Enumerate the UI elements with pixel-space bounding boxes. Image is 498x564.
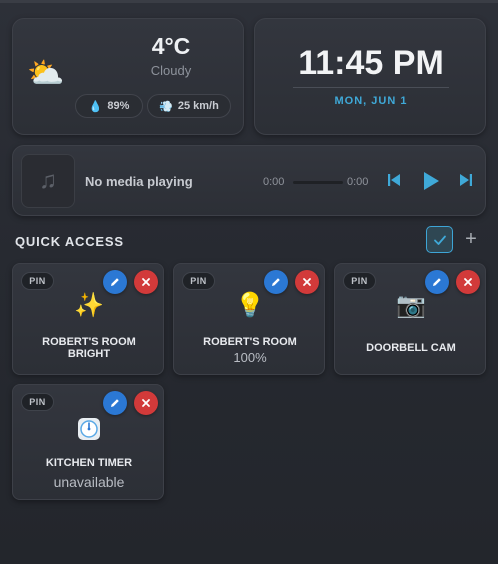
- quick-access-tile[interactable]: PIN ✨ ROBERT'S ROOM BRIGHT: [12, 263, 164, 375]
- tile-state: unavailable: [53, 474, 125, 490]
- light-bulb-icon: 💡: [235, 292, 265, 319]
- close-icon: [142, 278, 150, 286]
- tile-name: KITCHEN TIMER: [45, 457, 133, 469]
- wind-icon: 💨: [159, 100, 173, 113]
- skip-previous-icon: [388, 174, 400, 186]
- play-button[interactable]: [421, 170, 441, 192]
- previous-track-button[interactable]: [387, 172, 401, 188]
- pencil-icon: [433, 278, 441, 286]
- quick-access-title: QUICK ACCESS: [15, 234, 124, 249]
- skip-next-icon: [460, 174, 472, 186]
- add-tile-button[interactable]: +: [461, 229, 481, 249]
- music-note-icon: ♫: [21, 154, 75, 208]
- clock-date: MON, JUN 1: [334, 95, 408, 107]
- media-title: No media playing: [85, 174, 193, 189]
- media-player: ♫ No media playing 0:00 0:00: [12, 145, 486, 216]
- clock-time: 11:45 PM: [298, 44, 444, 82]
- pin-button[interactable]: PIN: [343, 272, 376, 290]
- close-icon: [303, 278, 311, 286]
- tile-name: ROBERT'S ROOM BRIGHT: [42, 336, 136, 360]
- clock-card: 11:45 PM MON, JUN 1: [254, 18, 486, 135]
- weather-card[interactable]: ⛅ 4°C Cloudy 💧 89% 💨 25 km/h: [12, 18, 244, 135]
- delete-tile-button[interactable]: [295, 270, 319, 294]
- wind-value: 25 km/h: [177, 100, 219, 112]
- water-drop-icon: 💧: [88, 100, 103, 113]
- humidity-badge: 💧 89%: [75, 94, 143, 118]
- delete-tile-button[interactable]: [456, 270, 480, 294]
- delete-tile-button[interactable]: [134, 391, 158, 415]
- timer-dial: [78, 418, 100, 440]
- top-border: [0, 0, 498, 3]
- clock-divider: [293, 87, 449, 88]
- edit-tile-button[interactable]: [264, 270, 288, 294]
- tile-state: 100%: [233, 350, 267, 365]
- timer-icon: [13, 415, 165, 450]
- wind-badge: 💨 25 km/h: [147, 94, 231, 118]
- camera-icon: 📷: [396, 292, 426, 319]
- sparkles-icon: ✨: [74, 292, 104, 319]
- humidity-value: 89%: [107, 100, 130, 112]
- play-icon: [424, 172, 439, 190]
- edit-tile-button[interactable]: [103, 391, 127, 415]
- pin-button[interactable]: PIN: [21, 393, 54, 411]
- media-progress-bar[interactable]: [293, 181, 343, 184]
- pin-button[interactable]: PIN: [182, 272, 215, 290]
- quick-access-tile[interactable]: PIN 📷 DOORBELL CAM: [334, 263, 486, 375]
- quick-access-tile[interactable]: PIN KITCHEN TIMER unavailable: [12, 384, 164, 500]
- close-icon: [464, 278, 472, 286]
- pencil-icon: [111, 278, 119, 286]
- tile-name: ROBERT'S ROOM: [203, 336, 297, 348]
- media-current-time: 0:00: [263, 176, 285, 188]
- edit-tile-button[interactable]: [103, 270, 127, 294]
- pin-button[interactable]: PIN: [21, 272, 54, 290]
- partly-cloudy-icon: ⛅: [27, 57, 65, 90]
- pencil-icon: [111, 399, 119, 407]
- check-icon: [433, 235, 446, 245]
- edit-done-button[interactable]: [426, 226, 453, 253]
- edit-tile-button[interactable]: [425, 270, 449, 294]
- close-icon: [142, 399, 150, 407]
- quick-access-tile[interactable]: PIN 💡 ROBERT'S ROOM 100%: [173, 263, 325, 375]
- pencil-icon: [272, 278, 280, 286]
- weather-condition: Cloudy: [150, 63, 192, 78]
- plus-icon: +: [465, 228, 477, 250]
- tile-name: DOORBELL CAM: [366, 342, 456, 354]
- weather-temperature: 4°C: [151, 33, 191, 59]
- next-track-button[interactable]: [459, 172, 473, 188]
- media-total-time: 0:00: [347, 176, 369, 188]
- delete-tile-button[interactable]: [134, 270, 158, 294]
